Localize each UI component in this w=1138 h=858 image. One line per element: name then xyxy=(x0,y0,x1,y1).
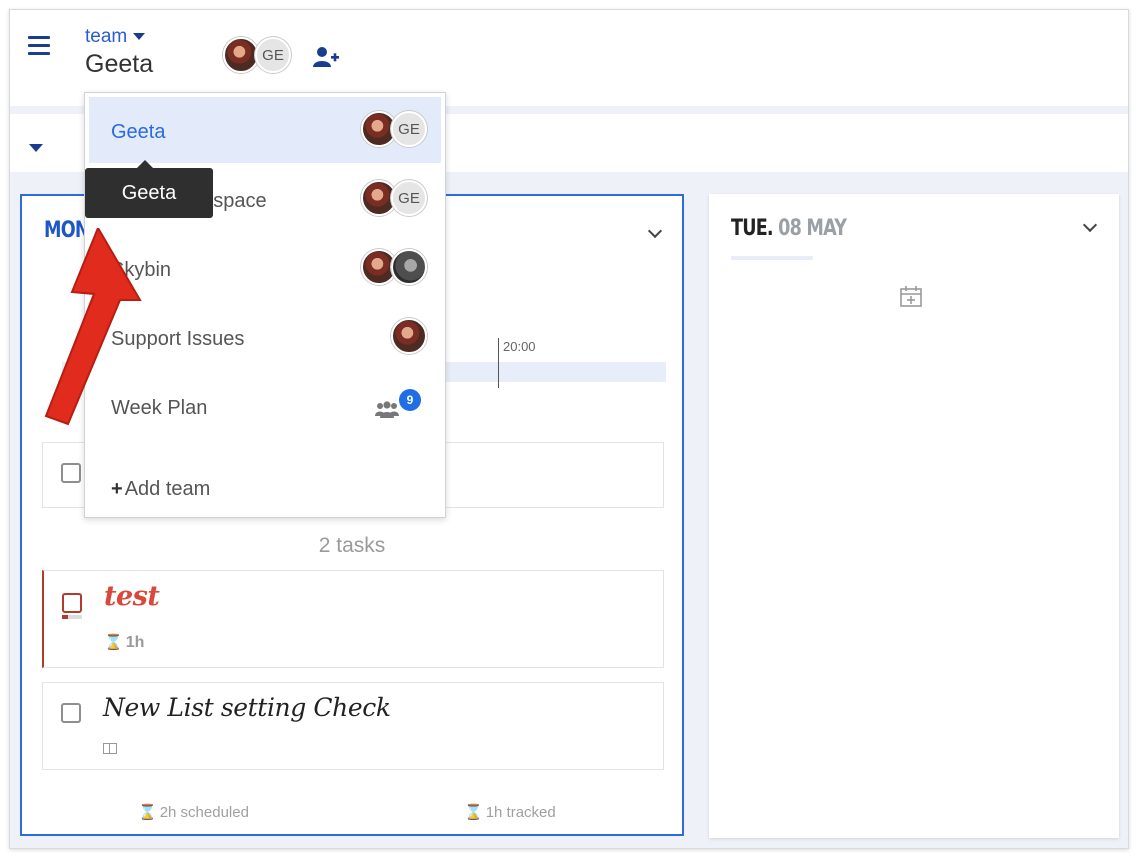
caret-down-icon xyxy=(133,33,146,41)
avatar: GE xyxy=(391,180,427,216)
task-title: test xyxy=(104,581,160,612)
calendar-add-icon[interactable] xyxy=(899,284,923,308)
current-team-name: Geeta xyxy=(85,50,154,78)
app-window: team Geeta GE MON 20:00 2 tasks test ⌛ 1… xyxy=(9,9,1129,849)
tooltip: Geeta xyxy=(85,160,213,218)
avatar[interactable]: GE xyxy=(255,37,291,73)
member-avatars: GE xyxy=(361,111,427,147)
team-switcher[interactable]: team xyxy=(85,26,146,48)
chevron-down-icon[interactable] xyxy=(647,223,663,239)
tasks-count: 2 tasks xyxy=(318,534,386,557)
task-title: New List setting Check xyxy=(103,693,391,722)
dropdown-item-geeta[interactable]: Geeta GE xyxy=(89,97,441,163)
task-checkbox[interactable] xyxy=(61,703,81,723)
task-duration: ⌛ 1h xyxy=(104,634,145,651)
day-column-tuesday: TUE. 08 MAY xyxy=(709,194,1119,838)
avatar[interactable] xyxy=(223,37,259,73)
team-label: team xyxy=(85,26,128,47)
task-checkbox[interactable] xyxy=(62,593,82,613)
plus-icon: + xyxy=(111,478,123,500)
day-underline xyxy=(731,256,813,260)
day-title: TUE. 08 MAY xyxy=(731,216,847,241)
time-marker xyxy=(498,338,499,388)
avatar: GE xyxy=(391,111,427,147)
caret-down-icon[interactable] xyxy=(29,144,43,152)
hourglass-icon: ⌛ xyxy=(464,804,483,821)
chevron-down-icon[interactable] xyxy=(1082,217,1098,233)
task-card[interactable]: test ⌛ 1h xyxy=(42,570,664,668)
users-group-icon xyxy=(375,401,399,418)
scheduled-summary: ⌛ 2h scheduled xyxy=(138,804,249,821)
menu-icon[interactable] xyxy=(28,36,50,56)
board-icon xyxy=(103,743,117,754)
task-progress-bar xyxy=(62,615,82,619)
task-checkbox[interactable] xyxy=(61,463,81,483)
member-avatars: GE xyxy=(361,180,427,216)
user-plus-icon[interactable] xyxy=(312,46,340,68)
add-team-button[interactable]: + Add team xyxy=(111,478,210,501)
member-count-badge: 9 xyxy=(399,389,421,411)
task-card[interactable]: New List setting Check xyxy=(42,682,664,770)
member-avatars xyxy=(391,318,427,354)
hourglass-icon: ⌛ xyxy=(138,804,157,821)
avatar xyxy=(391,249,427,285)
member-avatars xyxy=(361,249,427,285)
red-arrow-annotation xyxy=(44,228,142,426)
tracked-summary: ⌛ 1h tracked xyxy=(464,804,556,821)
hourglass-icon: ⌛ xyxy=(104,634,123,651)
dropdown-item-label: Geeta xyxy=(111,121,166,143)
avatar xyxy=(391,318,427,354)
time-label: 20:00 xyxy=(503,339,536,354)
member-avatars[interactable]: GE xyxy=(223,37,291,73)
